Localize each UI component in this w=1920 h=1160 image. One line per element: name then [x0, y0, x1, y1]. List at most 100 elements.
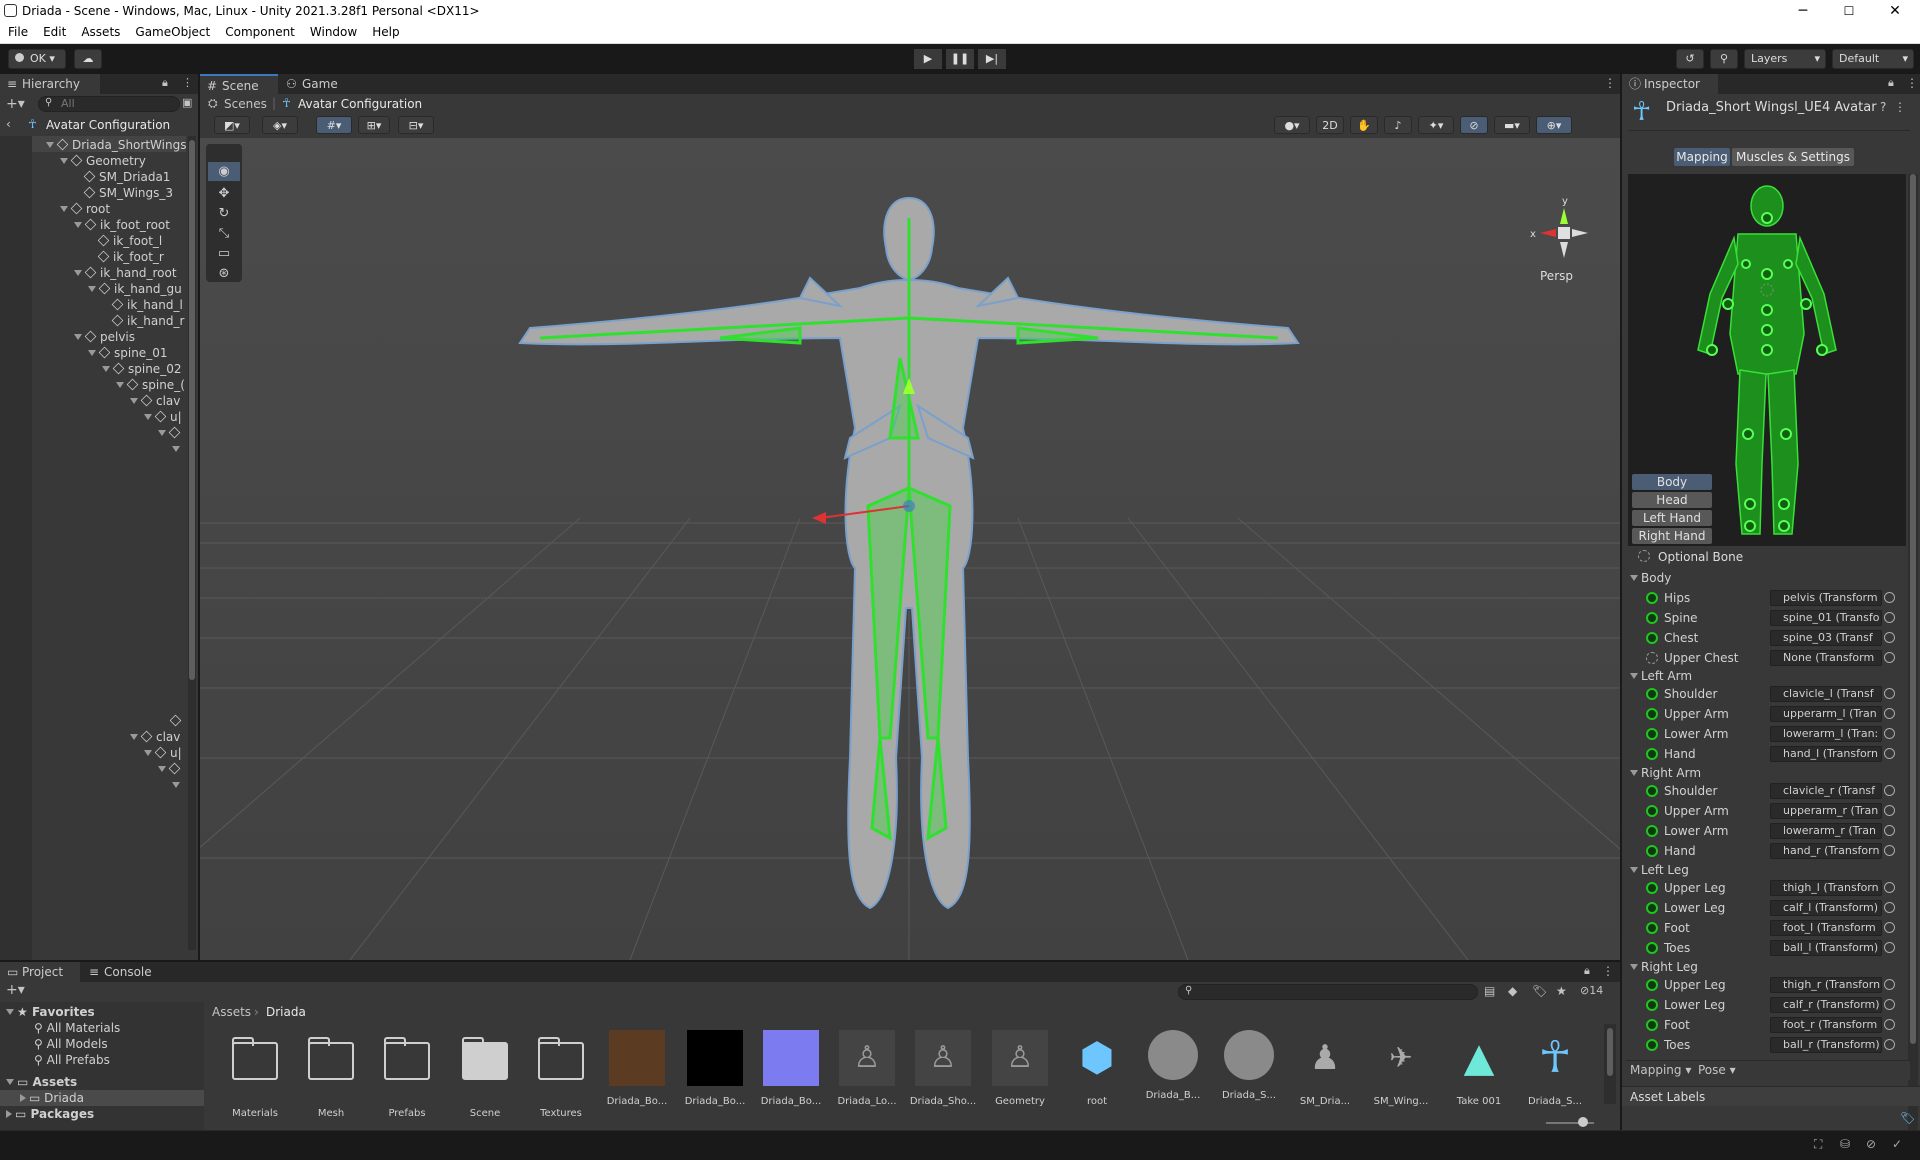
asset-item[interactable]: Driada_B... — [1138, 1030, 1208, 1101]
gizmos-dropdown[interactable]: ⊕▾ — [1536, 116, 1572, 134]
section-left-arm[interactable]: Left Arm — [1630, 668, 1692, 684]
bone-row-right-shoulder[interactable]: Shoulder clavicle_r (Transf — [1630, 782, 1910, 800]
tab-game[interactable]: ⚇ Game — [280, 74, 350, 94]
bone-row-left-upper-leg[interactable]: Upper Leg thigh_l (Transforn — [1630, 879, 1910, 897]
bone-row-left-lower-arm[interactable]: Lower Arm lowerarm_l (Tran: — [1630, 725, 1910, 743]
driada-folder[interactable]: ▭ Driada — [20, 1090, 84, 1106]
more-menu-icon[interactable]: ⋮ — [1604, 76, 1616, 90]
lock-icon[interactable]: 🔒︎ — [1584, 964, 1590, 978]
tree-row[interactable]: pelvis — [74, 329, 135, 345]
project-scrollbar[interactable] — [1604, 1024, 1616, 1104]
toggle-2d-button[interactable]: 2D — [1316, 116, 1344, 134]
layout-dropdown[interactable]: Default ▾ — [1832, 49, 1914, 69]
network-icon[interactable]: ⛶ — [1814, 1137, 1822, 1152]
breadcrumb-assets[interactable]: Assets — [212, 1005, 251, 1019]
breadcrumb-avatar-config[interactable]: Avatar Configuration — [298, 97, 422, 111]
lock-icon[interactable]: 🔒︎ — [162, 76, 168, 90]
audio-toggle[interactable]: ♪ — [1384, 116, 1412, 134]
tree-row[interactable]: SM_Driada1 — [83, 169, 170, 185]
snap-increment-dropdown[interactable]: ⊞▾ — [358, 116, 390, 134]
tab-project[interactable]: ▭ Project — [0, 962, 80, 982]
play-button[interactable]: ▶ — [914, 49, 942, 69]
section-right-leg[interactable]: Right Leg — [1630, 959, 1698, 975]
cloud-button[interactable]: ☁ — [74, 49, 102, 69]
section-right-arm[interactable]: Right Arm — [1630, 765, 1701, 781]
asset-item[interactable]: Driada_Bo... — [756, 1030, 826, 1107]
help-icon[interactable]: ? — [1880, 100, 1886, 114]
packages-folder[interactable]: ▭ Packages — [6, 1106, 94, 1122]
back-arrow-icon[interactable]: ‹ — [6, 117, 11, 131]
bone-row-right-upper-leg[interactable]: Upper Leg thigh_r (Transforn — [1630, 976, 1910, 994]
tab-inspector[interactable]: ⓘ Inspector — [1622, 74, 1718, 94]
cache-icon[interactable]: ⛁ — [1840, 1137, 1850, 1151]
menu-component[interactable]: Component — [217, 22, 302, 39]
bone-row-right-toes[interactable]: Toes ball_r (Transform) — [1630, 1036, 1910, 1054]
asset-item[interactable]: Mesh — [296, 1030, 366, 1119]
tree-row[interactable]: ik_foot_l — [97, 233, 162, 249]
tree-row[interactable]: spine_( — [116, 377, 185, 393]
left-hand-view-button[interactable]: Left Hand — [1632, 510, 1712, 526]
bone-row-left-hand[interactable]: Hand hand_l (Transforn — [1630, 745, 1910, 763]
menu-window[interactable]: Window — [302, 22, 364, 39]
tree-row[interactable]: ik_hand_l — [111, 297, 183, 313]
lock-icon[interactable]: 🔒︎ — [1888, 76, 1894, 90]
tree-row[interactable]: Driada_ShortWings — [46, 137, 186, 153]
bone-row-right-upper-arm[interactable]: Upper Arm upperarm_r (Tran — [1630, 802, 1910, 820]
view-tool-icon[interactable]: ◉ — [208, 162, 240, 181]
hierarchy-scrollbar[interactable] — [188, 136, 196, 950]
menu-assets[interactable]: Assets — [73, 22, 127, 39]
tree-row[interactable]: ik_foot_root — [74, 217, 170, 233]
asset-item[interactable]: Textures — [526, 1030, 596, 1119]
create-asset-button[interactable]: +▾ — [6, 982, 25, 998]
tree-row[interactable]: SM_Wings_3 — [83, 185, 173, 201]
favorite-all-prefabs[interactable]: ⚲ All Prefabs — [34, 1052, 110, 1068]
asset-item[interactable]: ☥ Driada_S... — [1520, 1030, 1590, 1107]
tab-scene[interactable]: # Scene — [200, 74, 278, 94]
scale-tool-icon[interactable]: ⤡ — [208, 224, 240, 243]
history-button[interactable]: ↺ — [1676, 49, 1704, 69]
asset-item[interactable]: Driada_Bo... — [680, 1030, 750, 1107]
section-body[interactable]: Body — [1630, 570, 1671, 586]
asset-labels-bar[interactable]: Asset Labels 🏷︎ — [1622, 1086, 1920, 1125]
asset-item[interactable]: ▲ Take 001 — [1444, 1030, 1514, 1107]
bone-row-right-hand[interactable]: Hand hand_r (Transforn — [1630, 842, 1910, 860]
assets-folder[interactable]: ▭ Assets — [6, 1074, 77, 1090]
bone-row-left-foot[interactable]: Foot foot_l (Transform — [1630, 919, 1910, 937]
asset-item[interactable]: Scene — [450, 1030, 520, 1119]
asset-item[interactable]: ✈ SM_Wing... — [1366, 1030, 1436, 1107]
tree-row[interactable] — [158, 425, 184, 441]
bone-row-upper-chest[interactable]: Upper Chest None (Transform — [1630, 649, 1910, 667]
search-by-label-icon[interactable]: ◆ — [1508, 984, 1517, 998]
asset-item[interactable]: ⬢ root — [1062, 1030, 1132, 1107]
tree-row[interactable]: ik_foot_r — [97, 249, 164, 265]
effects-dropdown[interactable]: ✦▾ — [1418, 116, 1454, 134]
favorites-header[interactable]: ★ Favorites — [6, 1004, 95, 1020]
account-dropdown[interactable]: OK ▾ — [8, 49, 66, 69]
bone-row-right-lower-arm[interactable]: Lower Arm lowerarm_r (Tran — [1630, 822, 1910, 840]
lighting-toggle[interactable]: ✋ — [1350, 116, 1378, 134]
breadcrumb-driada[interactable]: Driada — [266, 1005, 306, 1019]
bone-row-hips[interactable]: Hips pelvis (Transform — [1630, 589, 1910, 607]
close-button[interactable]: ✕ — [1872, 0, 1918, 22]
bone-row-spine[interactable]: Spine spine_01 (Transfo — [1630, 609, 1910, 627]
right-hand-view-button[interactable]: Right Hand — [1632, 528, 1712, 544]
minimize-button[interactable]: ─ — [1780, 0, 1826, 22]
tab-mapping[interactable]: Mapping — [1674, 148, 1730, 166]
bone-row-left-toes[interactable]: Toes ball_l (Transform) — [1630, 939, 1910, 957]
asset-item[interactable]: Driada_Bo... — [602, 1030, 672, 1107]
breadcrumb-scenes[interactable]: Scenes — [224, 97, 267, 111]
scene-visibility-icon[interactable]: ▣ — [182, 96, 192, 109]
bone-row-left-lower-leg[interactable]: Lower Leg calf_l (Transform) — [1630, 899, 1910, 917]
more-menu-icon[interactable]: ⋮ — [1602, 964, 1614, 978]
render-mode-dropdown[interactable]: ●▾ — [1274, 116, 1310, 134]
search-button[interactable]: ⚲ — [1710, 49, 1738, 69]
tree-row[interactable]: Geometry — [60, 153, 146, 169]
add-object-button[interactable]: +▾ — [6, 96, 25, 112]
tree-row[interactable]: u| — [144, 745, 182, 761]
tree-row[interactable]: u| — [144, 409, 182, 425]
tree-row[interactable] — [172, 777, 183, 793]
search-by-type-icon[interactable]: ▤ — [1484, 984, 1495, 998]
tree-row[interactable]: ik_hand_r — [111, 313, 184, 329]
tree-row[interactable]: spine_01 — [88, 345, 167, 361]
step-button[interactable]: ▶| — [978, 49, 1006, 69]
